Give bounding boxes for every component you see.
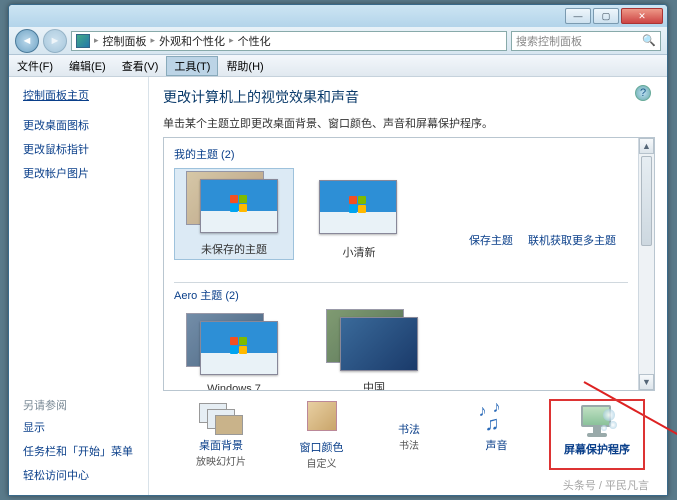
get-more-themes-link[interactable]: 联机获取更多主题 [528,235,616,247]
menu-file[interactable]: 文件(F) [9,58,61,74]
themes-list: 我的主题 (2) 未保存的主题 [163,137,655,391]
help-icon[interactable]: ? [635,85,651,101]
theme-unsaved[interactable]: 未保存的主题 [174,168,294,260]
see-also-label: 另请参阅 [23,397,148,413]
main-content: ? 更改计算机上的视觉效果和声音 单击某个主题立即更改桌面背景、窗口颜色、声音和… [149,77,667,495]
back-button[interactable]: ◄ [15,29,39,53]
opt-callig-title[interactable]: 书法 [374,421,444,437]
search-placeholder: 搜索控制面板 [516,33,582,49]
option-window-color[interactable]: 窗口颜色 自定义 [274,399,370,470]
chevron-right-icon: ▸ [229,35,234,46]
opt-callig-sub: 书法 [374,437,444,452]
scroll-down-button[interactable]: ▼ [639,374,654,390]
address-bar: ◄ ► ▸ 控制面板 ▸ 外观和个性化 ▸ 个性化 搜索控制面板 🔍 [9,27,667,55]
breadcrumb-l2[interactable]: 外观和个性化 [159,33,225,49]
theme-china[interactable]: 中国 [314,309,434,390]
bottom-options: 桌面背景 放映幻灯片 窗口颜色 自定义 书法 书法 ♪♪♫ 声音 [163,391,655,470]
scrollbar[interactable]: ▲ ▼ [638,138,654,390]
theme-label: 中国 [363,382,385,390]
option-sounds[interactable]: ♪♪♫ 声音 [449,399,545,470]
breadcrumb-l1[interactable]: 控制面板 [103,33,147,49]
search-input[interactable]: 搜索控制面板 🔍 [511,31,661,51]
opt-sound-title[interactable]: 声音 [449,437,545,453]
window-frame: — ▢ ✕ ◄ ► ▸ 控制面板 ▸ 外观和个性化 ▸ 个性化 搜索控制面板 🔍… [8,4,668,496]
theme-thumb-front [200,321,278,375]
sidebar-taskbar[interactable]: 任务栏和「开始」菜单 [23,443,148,459]
opt-bg-sub: 放映幻灯片 [173,453,269,468]
control-panel-icon [76,34,90,48]
menu-help[interactable]: 帮助(H) [218,58,271,74]
scroll-thumb[interactable] [641,156,652,246]
opt-ss-title[interactable]: 屏幕保护程序 [553,441,641,457]
sidebar-account-picture[interactable]: 更改帐户图片 [23,165,148,181]
group-my-themes: 我的主题 (2) [174,146,628,162]
save-theme-link[interactable]: 保存主题 [469,235,513,247]
theme-windows7[interactable]: Windows 7 [174,313,294,390]
theme-thumb [319,180,397,234]
theme-thumb-front [340,317,418,371]
menu-tools[interactable]: 工具(T) [166,56,218,76]
maximize-button[interactable]: ▢ [593,8,619,24]
menu-edit[interactable]: 编辑(E) [61,58,114,74]
opt-color-title[interactable]: 窗口颜色 [274,439,370,455]
chevron-right-icon: ▸ [151,35,156,46]
sidebar-display[interactable]: 显示 [23,419,148,435]
page-title: 更改计算机上的视觉效果和声音 [163,87,655,107]
option-screen-saver[interactable]: 屏幕保护程序 [549,399,645,470]
close-button[interactable]: ✕ [621,8,663,24]
scroll-up-button[interactable]: ▲ [639,138,654,154]
watermark: 头条号 / 平民凡言 [563,477,649,493]
sidebar: 控制面板主页 更改桌面图标 更改鼠标指针 更改帐户图片 另请参阅 显示 任务栏和… [9,77,149,495]
opt-color-sub: 自定义 [274,455,370,470]
theme-label: Windows 7 [207,383,261,390]
titlebar[interactable]: — ▢ ✕ [9,5,667,27]
theme-label: 小清新 [343,247,376,259]
sidebar-ease-of-access[interactable]: 轻松访问中心 [23,467,148,483]
menu-bar: 文件(F) 编辑(E) 查看(V) 工具(T) 帮助(H) [9,55,667,77]
breadcrumb-l3[interactable]: 个性化 [238,33,271,49]
theme-xiaoqingxin[interactable]: 小清新 [314,174,404,260]
sidebar-desktop-icons[interactable]: 更改桌面图标 [23,117,148,133]
forward-button[interactable]: ► [43,29,67,53]
sidebar-mouse-pointers[interactable]: 更改鼠标指针 [23,141,148,157]
theme-thumb-front [200,179,278,233]
theme-label: 未保存的主题 [201,244,267,256]
opt-bg-title[interactable]: 桌面背景 [173,437,269,453]
group-aero: Aero 主题 (2) [174,287,628,303]
search-icon[interactable]: 🔍 [642,34,656,47]
sidebar-home[interactable]: 控制面板主页 [23,87,148,103]
breadcrumb[interactable]: ▸ 控制面板 ▸ 外观和个性化 ▸ 个性化 [71,31,507,51]
option-calligraphy[interactable]: 书法 书法 [374,399,444,470]
menu-view[interactable]: 查看(V) [114,58,167,74]
chevron-right-icon: ▸ [94,35,99,46]
option-desktop-background[interactable]: 桌面背景 放映幻灯片 [173,399,269,470]
page-subtitle: 单击某个主题立即更改桌面背景、窗口颜色、声音和屏幕保护程序。 [163,115,655,131]
minimize-button[interactable]: — [565,8,591,24]
